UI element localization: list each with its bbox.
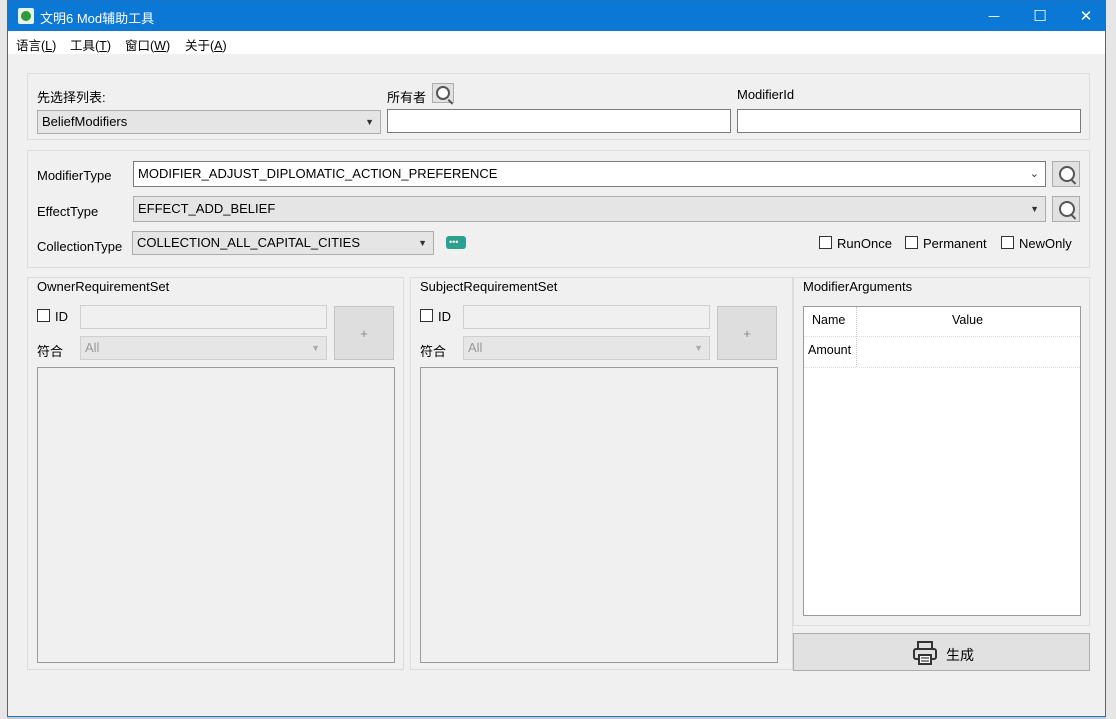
- modifier-type-search-button[interactable]: [1052, 161, 1080, 187]
- permanent-label: Permanent: [923, 236, 987, 251]
- generate-button[interactable]: 生成: [793, 633, 1090, 671]
- chevron-down-icon: ▼: [311, 343, 320, 353]
- owner-requirement-list[interactable]: [37, 367, 395, 663]
- window-title: 文明6 Mod辅助工具: [40, 11, 155, 26]
- run-once-checkbox[interactable]: RunOnce: [819, 236, 892, 251]
- subject-match-label: 符合: [420, 344, 447, 359]
- background-window: [0, 0, 7, 719]
- table-row-value[interactable]: [862, 343, 1072, 361]
- search-icon: [436, 86, 450, 100]
- owner-id-box[interactable]: [37, 309, 50, 322]
- chat-bubble-icon[interactable]: •••: [446, 236, 466, 249]
- subject-match-value: All: [468, 340, 483, 355]
- generate-label: 生成: [946, 647, 974, 663]
- type-panel: ModifierType MODIFIER_ADJUST_DIPLOMATIC_…: [27, 150, 1090, 268]
- background-window-right: [1106, 0, 1116, 719]
- list-select[interactable]: BeliefModifiers ▼: [37, 110, 381, 134]
- new-only-label: NewOnly: [1019, 236, 1072, 251]
- menu-tools[interactable]: 工具(T): [70, 35, 111, 54]
- owner-id-label: ID: [55, 309, 68, 324]
- run-once-label: RunOnce: [837, 236, 892, 251]
- column-header-name[interactable]: Name: [812, 313, 845, 327]
- table-row-name[interactable]: Amount: [808, 343, 851, 357]
- modifier-arguments-title: ModifierArguments: [803, 279, 913, 294]
- subject-id-label: ID: [438, 309, 451, 324]
- header-divider: [804, 336, 1080, 337]
- subject-requirement-panel: SubjectRequirementSet ID 符合 All ▼ +: [410, 277, 793, 670]
- modifier-id-input[interactable]: [737, 109, 1081, 133]
- close-button[interactable]: ✕: [1063, 1, 1109, 31]
- row-divider: [804, 367, 1080, 368]
- owner-input[interactable]: [387, 109, 731, 133]
- list-selection-panel: 先选择列表: BeliefModifiers ▼ 所有者 ModifierId: [27, 73, 1090, 140]
- minimize-button[interactable]: —: [971, 1, 1017, 31]
- subject-requirement-title: SubjectRequirementSet: [420, 279, 558, 294]
- modifier-arguments-panel: ModifierArguments Name Value Amount: [793, 277, 1090, 626]
- owner-search-button[interactable]: [432, 83, 454, 103]
- main-window: 文明6 Mod辅助工具 — ☐ ✕ 语言(L) 工具(T) 窗口(W) 关于(A…: [7, 0, 1106, 717]
- menu-language[interactable]: 语言(L): [16, 35, 56, 54]
- app-icon: [18, 8, 34, 24]
- new-only-checkbox[interactable]: NewOnly: [1001, 236, 1072, 251]
- chevron-down-icon: ▼: [418, 238, 427, 248]
- subject-add-button[interactable]: +: [717, 306, 777, 360]
- effect-type-label: EffectType: [37, 204, 99, 219]
- subject-match-select[interactable]: All ▼: [463, 336, 710, 360]
- subject-id-box[interactable]: [420, 309, 433, 322]
- run-once-box[interactable]: [819, 236, 832, 249]
- search-icon: [1059, 166, 1075, 182]
- effect-type-value: EFFECT_ADD_BELIEF: [138, 201, 276, 216]
- modifier-type-select[interactable]: MODIFIER_ADJUST_DIPLOMATIC_ACTION_PREFER…: [133, 161, 1046, 187]
- owner-match-select[interactable]: All ▼: [80, 336, 327, 360]
- modifier-arguments-table[interactable]: Name Value Amount: [803, 306, 1081, 616]
- chat-bubble-dots: •••: [449, 237, 459, 247]
- permanent-box[interactable]: [905, 236, 918, 249]
- menu-about[interactable]: 关于(A): [185, 35, 227, 54]
- owner-match-value: All: [85, 340, 100, 355]
- chevron-down-icon: ▼: [1030, 204, 1039, 214]
- maximize-button[interactable]: ☐: [1017, 1, 1063, 31]
- subject-id-checkbox[interactable]: ID: [420, 309, 451, 324]
- printer-icon: [912, 641, 938, 665]
- menu-window[interactable]: 窗口(W): [125, 35, 170, 54]
- column-header-value[interactable]: Value: [952, 313, 983, 327]
- list-label: 先选择列表:: [37, 90, 106, 105]
- owner-requirement-panel: OwnerRequirementSet ID 符合 All ▼ +: [27, 277, 404, 670]
- owner-id-checkbox[interactable]: ID: [37, 309, 68, 324]
- collection-type-select[interactable]: COLLECTION_ALL_CAPITAL_CITIES ▼: [132, 231, 434, 255]
- collection-type-value: COLLECTION_ALL_CAPITAL_CITIES: [137, 235, 361, 250]
- effect-type-select[interactable]: EFFECT_ADD_BELIEF ▼: [133, 196, 1046, 222]
- chevron-down-icon: ⌄: [1029, 168, 1039, 180]
- permanent-checkbox[interactable]: Permanent: [905, 236, 987, 251]
- search-icon: [1059, 201, 1075, 217]
- owner-add-button[interactable]: +: [334, 306, 394, 360]
- modifier-type-label: ModifierType: [37, 168, 112, 183]
- owner-label: 所有者: [387, 90, 427, 105]
- chevron-down-icon: ▼: [694, 343, 703, 353]
- collection-type-label: CollectionType: [37, 239, 123, 254]
- chevron-down-icon: ▼: [365, 117, 374, 127]
- owner-requirement-title: OwnerRequirementSet: [37, 279, 170, 294]
- title-bar[interactable]: 文明6 Mod辅助工具 — ☐ ✕: [8, 1, 1105, 31]
- owner-id-input[interactable]: [80, 305, 327, 329]
- list-select-value: BeliefModifiers: [42, 114, 128, 129]
- effect-type-search-button[interactable]: [1052, 196, 1080, 222]
- subject-id-input[interactable]: [463, 305, 710, 329]
- new-only-box[interactable]: [1001, 236, 1014, 249]
- menu-bar: 语言(L) 工具(T) 窗口(W) 关于(A): [8, 31, 1105, 54]
- subject-requirement-list[interactable]: [420, 367, 778, 663]
- modifier-id-label: ModifierId: [737, 87, 795, 102]
- owner-match-label: 符合: [37, 344, 64, 359]
- modifier-type-value: MODIFIER_ADJUST_DIPLOMATIC_ACTION_PREFER…: [138, 166, 498, 181]
- column-divider: [856, 307, 857, 367]
- client-area: 先选择列表: BeliefModifiers ▼ 所有者 ModifierId …: [8, 54, 1105, 716]
